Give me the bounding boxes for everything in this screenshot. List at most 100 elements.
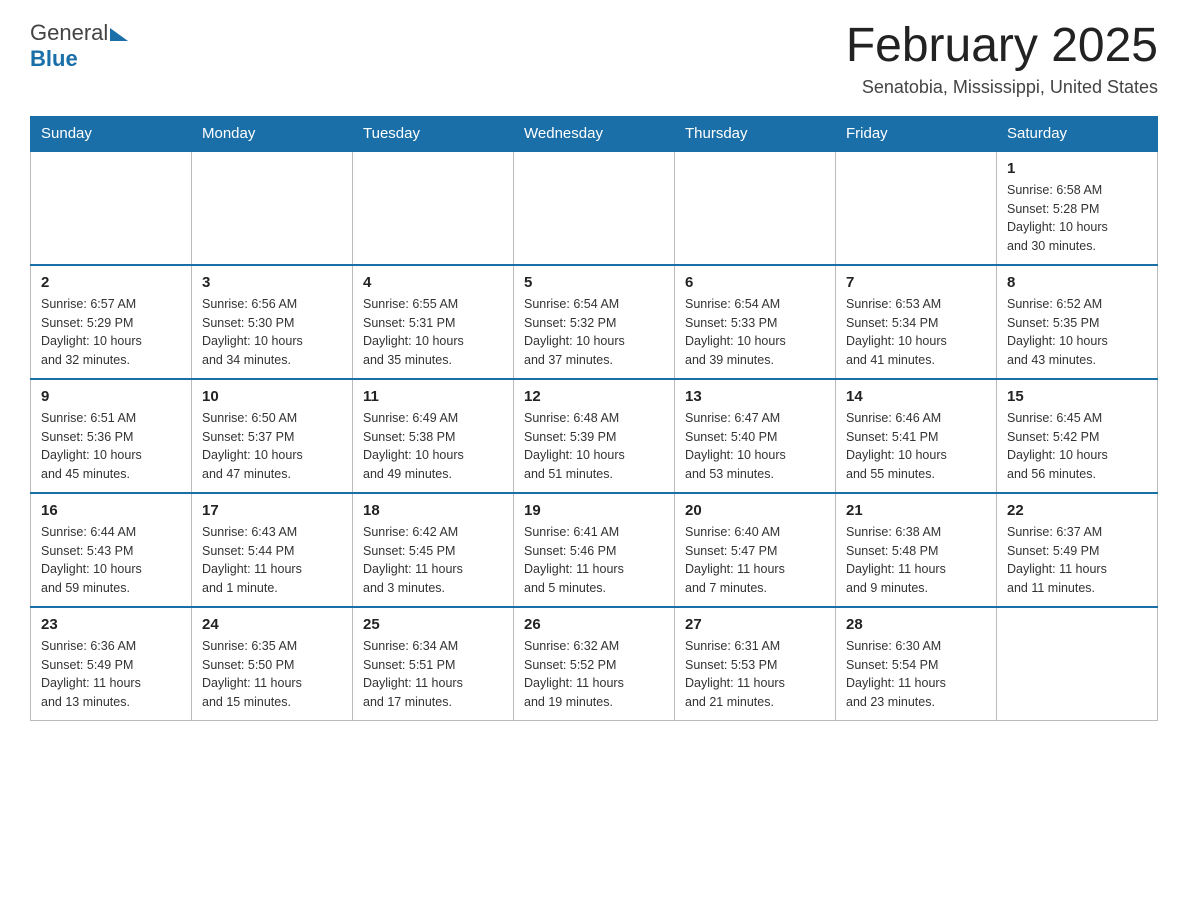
day-number: 21 bbox=[846, 502, 986, 519]
day-number: 26 bbox=[524, 616, 664, 633]
day-info: Sunrise: 6:54 AM Sunset: 5:32 PM Dayligh… bbox=[524, 295, 664, 370]
day-number: 2 bbox=[41, 274, 181, 291]
table-row: 6 Sunrise: 6:54 AM Sunset: 5:33 PM Daylig… bbox=[675, 265, 836, 379]
table-row: 28 Sunrise: 6:30 AM Sunset: 5:54 PM Dayli… bbox=[836, 607, 997, 721]
day-number: 15 bbox=[1007, 388, 1147, 405]
table-row bbox=[514, 151, 675, 265]
table-row: 5 Sunrise: 6:54 AM Sunset: 5:32 PM Daylig… bbox=[514, 265, 675, 379]
table-row: 24 Sunrise: 6:35 AM Sunset: 5:50 PM Dayli… bbox=[192, 607, 353, 721]
day-info: Sunrise: 6:40 AM Sunset: 5:47 PM Dayligh… bbox=[685, 523, 825, 598]
day-number: 28 bbox=[846, 616, 986, 633]
day-info: Sunrise: 6:41 AM Sunset: 5:46 PM Dayligh… bbox=[524, 523, 664, 598]
day-info: Sunrise: 6:53 AM Sunset: 5:34 PM Dayligh… bbox=[846, 295, 986, 370]
day-info: Sunrise: 6:48 AM Sunset: 5:39 PM Dayligh… bbox=[524, 409, 664, 484]
table-row bbox=[997, 607, 1158, 721]
logo-blue-text: Blue bbox=[30, 46, 78, 72]
table-row: 23Sunrise: 6:36 AM Sunset: 5:49 PM Dayli… bbox=[31, 607, 192, 721]
day-number: 22 bbox=[1007, 502, 1147, 519]
col-thursday: Thursday bbox=[675, 116, 836, 151]
table-row: 11 Sunrise: 6:49 AM Sunset: 5:38 PM Dayli… bbox=[353, 379, 514, 493]
day-info: Sunrise: 6:52 AM Sunset: 5:35 PM Dayligh… bbox=[1007, 295, 1147, 370]
day-number: 3 bbox=[202, 274, 342, 291]
table-row bbox=[192, 151, 353, 265]
day-number: 5 bbox=[524, 274, 664, 291]
day-number: 24 bbox=[202, 616, 342, 633]
day-number: 12 bbox=[524, 388, 664, 405]
table-row: 13 Sunrise: 6:47 AM Sunset: 5:40 PM Dayli… bbox=[675, 379, 836, 493]
col-saturday: Saturday bbox=[997, 116, 1158, 151]
col-sunday: Sunday bbox=[31, 116, 192, 151]
table-row: 19 Sunrise: 6:41 AM Sunset: 5:46 PM Dayli… bbox=[514, 493, 675, 607]
table-row bbox=[353, 151, 514, 265]
day-number: 8 bbox=[1007, 274, 1147, 291]
day-info: Sunrise: 6:44 AM Sunset: 5:43 PM Dayligh… bbox=[41, 523, 181, 598]
day-info: Sunrise: 6:34 AM Sunset: 5:51 PM Dayligh… bbox=[363, 637, 503, 712]
day-info: Sunrise: 6:31 AM Sunset: 5:53 PM Dayligh… bbox=[685, 637, 825, 712]
page-header: General Blue February 2025 Senatobia, Mi… bbox=[30, 20, 1158, 98]
calendar-week-row: 1Sunrise: 6:58 AM Sunset: 5:28 PM Daylig… bbox=[31, 151, 1158, 265]
calendar-week-row: 2Sunrise: 6:57 AM Sunset: 5:29 PM Daylig… bbox=[31, 265, 1158, 379]
day-info: Sunrise: 6:51 AM Sunset: 5:36 PM Dayligh… bbox=[41, 409, 181, 484]
day-info: Sunrise: 6:43 AM Sunset: 5:44 PM Dayligh… bbox=[202, 523, 342, 598]
table-row: 10Sunrise: 6:50 AM Sunset: 5:37 PM Dayli… bbox=[192, 379, 353, 493]
table-row: 9Sunrise: 6:51 AM Sunset: 5:36 PM Daylig… bbox=[31, 379, 192, 493]
logo: General Blue bbox=[30, 20, 128, 72]
day-number: 27 bbox=[685, 616, 825, 633]
table-row: 16 Sunrise: 6:44 AM Sunset: 5:43 PM Dayli… bbox=[31, 493, 192, 607]
day-number: 6 bbox=[685, 274, 825, 291]
day-number: 14 bbox=[846, 388, 986, 405]
day-number: 16 bbox=[41, 502, 181, 519]
day-info: Sunrise: 6:47 AM Sunset: 5:40 PM Dayligh… bbox=[685, 409, 825, 484]
table-row bbox=[836, 151, 997, 265]
day-number: 25 bbox=[363, 616, 503, 633]
month-title: February 2025 bbox=[846, 20, 1158, 73]
table-row: 26Sunrise: 6:32 AM Sunset: 5:52 PM Dayli… bbox=[514, 607, 675, 721]
day-info: Sunrise: 6:38 AM Sunset: 5:48 PM Dayligh… bbox=[846, 523, 986, 598]
logo-general-text: General bbox=[30, 20, 108, 46]
title-block: February 2025 Senatobia, Mississippi, Un… bbox=[846, 20, 1158, 98]
day-number: 13 bbox=[685, 388, 825, 405]
table-row: 4 Sunrise: 6:55 AM Sunset: 5:31 PM Daylig… bbox=[353, 265, 514, 379]
day-info: Sunrise: 6:50 AM Sunset: 5:37 PM Dayligh… bbox=[202, 409, 342, 484]
table-row: 18Sunrise: 6:42 AM Sunset: 5:45 PM Dayli… bbox=[353, 493, 514, 607]
table-row: 12 Sunrise: 6:48 AM Sunset: 5:39 PM Dayli… bbox=[514, 379, 675, 493]
table-row: 14 Sunrise: 6:46 AM Sunset: 5:41 PM Dayli… bbox=[836, 379, 997, 493]
table-row: 20 Sunrise: 6:40 AM Sunset: 5:47 PM Dayli… bbox=[675, 493, 836, 607]
day-number: 7 bbox=[846, 274, 986, 291]
table-row: 15 Sunrise: 6:45 AM Sunset: 5:42 PM Dayli… bbox=[997, 379, 1158, 493]
day-info: Sunrise: 6:49 AM Sunset: 5:38 PM Dayligh… bbox=[363, 409, 503, 484]
calendar-header-row: Sunday Monday Tuesday Wednesday Thursday… bbox=[31, 116, 1158, 151]
day-number: 4 bbox=[363, 274, 503, 291]
col-wednesday: Wednesday bbox=[514, 116, 675, 151]
table-row: 1Sunrise: 6:58 AM Sunset: 5:28 PM Daylig… bbox=[997, 151, 1158, 265]
day-info: Sunrise: 6:35 AM Sunset: 5:50 PM Dayligh… bbox=[202, 637, 342, 712]
day-info: Sunrise: 6:46 AM Sunset: 5:41 PM Dayligh… bbox=[846, 409, 986, 484]
day-number: 19 bbox=[524, 502, 664, 519]
table-row bbox=[31, 151, 192, 265]
day-info: Sunrise: 6:54 AM Sunset: 5:33 PM Dayligh… bbox=[685, 295, 825, 370]
day-number: 11 bbox=[363, 388, 503, 405]
logo-triangle-icon bbox=[110, 28, 128, 41]
day-info: Sunrise: 6:37 AM Sunset: 5:49 PM Dayligh… bbox=[1007, 523, 1147, 598]
day-info: Sunrise: 6:56 AM Sunset: 5:30 PM Dayligh… bbox=[202, 295, 342, 370]
day-info: Sunrise: 6:55 AM Sunset: 5:31 PM Dayligh… bbox=[363, 295, 503, 370]
day-number: 18 bbox=[363, 502, 503, 519]
calendar-table: Sunday Monday Tuesday Wednesday Thursday… bbox=[30, 116, 1158, 721]
location-text: Senatobia, Mississippi, United States bbox=[846, 77, 1158, 98]
table-row: 25 Sunrise: 6:34 AM Sunset: 5:51 PM Dayli… bbox=[353, 607, 514, 721]
calendar-week-row: 9Sunrise: 6:51 AM Sunset: 5:36 PM Daylig… bbox=[31, 379, 1158, 493]
table-row: 3 Sunrise: 6:56 AM Sunset: 5:30 PM Daylig… bbox=[192, 265, 353, 379]
day-info: Sunrise: 6:58 AM Sunset: 5:28 PM Dayligh… bbox=[1007, 181, 1147, 256]
table-row: 2Sunrise: 6:57 AM Sunset: 5:29 PM Daylig… bbox=[31, 265, 192, 379]
day-info: Sunrise: 6:30 AM Sunset: 5:54 PM Dayligh… bbox=[846, 637, 986, 712]
day-info: Sunrise: 6:45 AM Sunset: 5:42 PM Dayligh… bbox=[1007, 409, 1147, 484]
calendar-week-row: 23Sunrise: 6:36 AM Sunset: 5:49 PM Dayli… bbox=[31, 607, 1158, 721]
day-info: Sunrise: 6:36 AM Sunset: 5:49 PM Dayligh… bbox=[41, 637, 181, 712]
col-tuesday: Tuesday bbox=[353, 116, 514, 151]
table-row: 27 Sunrise: 6:31 AM Sunset: 5:53 PM Dayli… bbox=[675, 607, 836, 721]
day-number: 20 bbox=[685, 502, 825, 519]
table-row: 17 Sunrise: 6:43 AM Sunset: 5:44 PM Dayli… bbox=[192, 493, 353, 607]
day-number: 17 bbox=[202, 502, 342, 519]
table-row: 8 Sunrise: 6:52 AM Sunset: 5:35 PM Daylig… bbox=[997, 265, 1158, 379]
table-row bbox=[675, 151, 836, 265]
